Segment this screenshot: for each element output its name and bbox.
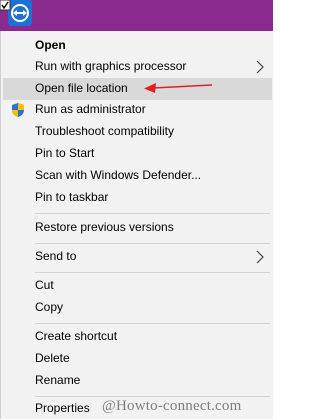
menu-item-label: Pin to taskbar — [35, 190, 109, 204]
menu-item-create-shortcut[interactable]: Create shortcut — [3, 326, 272, 348]
menu-separator — [35, 272, 270, 273]
menu-item-label: Rename — [35, 373, 81, 387]
menu-item-cut[interactable]: Cut — [3, 275, 272, 297]
menu-item-label: Scan with Windows Defender... — [35, 168, 202, 182]
chevron-right-icon — [256, 60, 264, 74]
taskbar-strip — [0, 0, 273, 31]
menu-item-label: Cut — [35, 278, 54, 292]
menu-item-run-as-administrator[interactable]: Run as administrator — [3, 99, 272, 121]
context-menu: Open Run with graphics processor Open fi… — [0, 31, 273, 419]
menu-item-troubleshoot-compatibility[interactable]: Troubleshoot compatibility — [3, 121, 272, 143]
menu-separator — [35, 323, 270, 324]
menu-item-scan-with-windows-defender[interactable]: Scan with Windows Defender... — [3, 165, 272, 187]
uac-shield-icon — [12, 103, 24, 117]
watermark-text: @Howto-connect.com — [102, 398, 242, 414]
menu-separator — [35, 396, 270, 397]
menu-item-label: Open file location — [35, 81, 128, 95]
menu-item-label: Restore previous versions — [35, 220, 174, 234]
menu-item-label: Create shortcut — [35, 329, 118, 343]
menu-item-open[interactable]: Open — [3, 35, 272, 57]
menu-item-delete[interactable]: Delete — [3, 348, 272, 370]
menu-item-copy[interactable]: Copy — [3, 297, 272, 319]
menu-separator — [35, 213, 270, 214]
menu-separator — [35, 243, 270, 244]
menu-item-label: Send to — [35, 249, 77, 263]
menu-item-label: Properties — [35, 401, 90, 415]
menu-item-label: Delete — [35, 351, 70, 365]
menu-item-restore-previous-versions[interactable]: Restore previous versions — [3, 217, 272, 239]
teamviewer-app-icon[interactable] — [0, 0, 36, 31]
menu-item-pin-to-taskbar[interactable]: Pin to taskbar — [3, 187, 272, 209]
menu-item-pin-to-start[interactable]: Pin to Start — [3, 143, 272, 165]
menu-item-run-with-graphics-processor[interactable]: Run with graphics processor — [3, 56, 272, 78]
menu-item-rename[interactable]: Rename — [3, 370, 272, 392]
menu-item-label: Run with graphics processor — [35, 59, 187, 73]
menu-item-label: Pin to Start — [35, 146, 95, 160]
menu-item-send-to[interactable]: Send to — [3, 246, 272, 268]
menu-item-label: Troubleshoot compatibility — [35, 124, 174, 138]
menu-item-label: Copy — [35, 300, 64, 314]
chevron-right-icon — [256, 250, 264, 264]
menu-item-open-file-location[interactable]: Open file location — [3, 78, 272, 100]
menu-item-label: Run as administrator — [35, 102, 146, 116]
red-arrow-annotation — [144, 83, 213, 93]
menu-item-label: Open — [35, 38, 66, 52]
